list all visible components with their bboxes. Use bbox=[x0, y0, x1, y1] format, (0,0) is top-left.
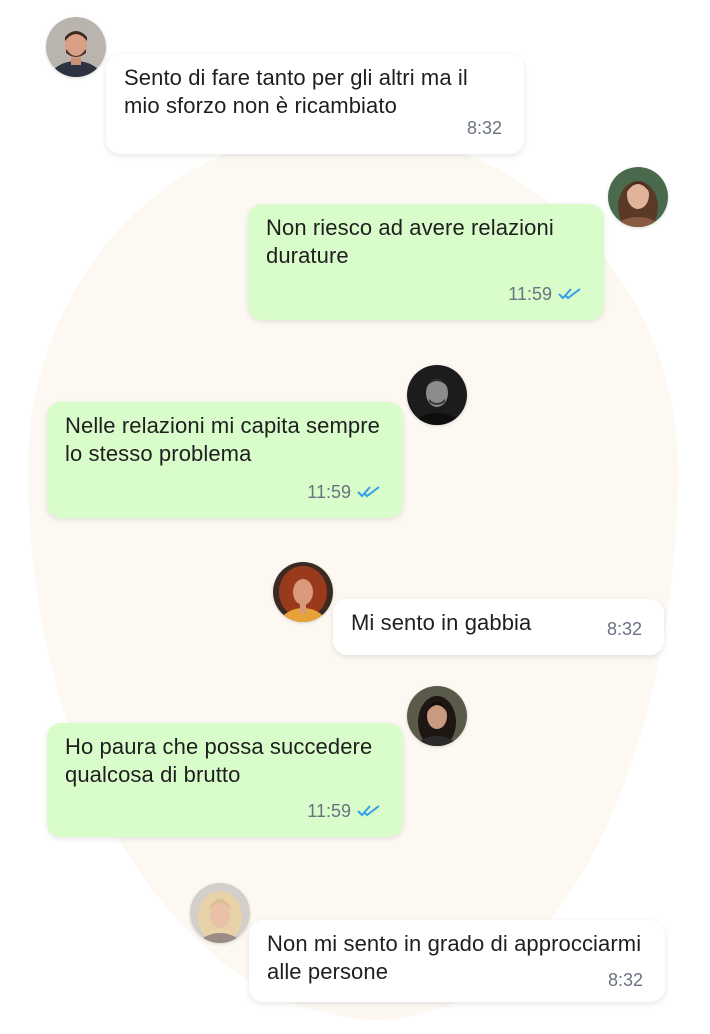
avatar-sender-4 bbox=[273, 562, 333, 622]
message-text: Nelle relazioni mi capita sempre lo stes… bbox=[65, 413, 380, 466]
message-time: 11:59 bbox=[307, 801, 351, 821]
message-meta: 11:59 bbox=[307, 797, 381, 825]
message-bubble-6[interactable]: Non mi sento in grado di approcciarmi al… bbox=[249, 920, 665, 1002]
message-time: 8:32 bbox=[466, 118, 502, 138]
message-bubble-5[interactable]: Ho paura che possa succedere qualcosa di… bbox=[47, 723, 403, 837]
message-text: Sento di fare tanto per gli altri ma il … bbox=[124, 65, 468, 118]
avatar-sender-5 bbox=[407, 686, 467, 746]
message-time: 8:32 bbox=[606, 619, 642, 639]
avatar-sender-1 bbox=[46, 17, 106, 77]
avatar-sender-3 bbox=[407, 365, 467, 425]
read-ticks-icon bbox=[357, 805, 380, 817]
message-bubble-3[interactable]: Nelle relazioni mi capita sempre lo stes… bbox=[47, 402, 403, 518]
message-time: 11:59 bbox=[508, 284, 552, 304]
message-bubble-4[interactable]: Mi sento in gabbia 8:32 bbox=[333, 599, 664, 655]
message-text: Non mi sento in grado di approcciarmi al… bbox=[267, 931, 642, 984]
message-bubble-2[interactable]: Non riesco ad avere relazioni durature 1… bbox=[248, 204, 604, 320]
message-time: 8:32 bbox=[607, 970, 643, 990]
message-bubble-1[interactable]: Sento di fare tanto per gli altri ma il … bbox=[106, 54, 524, 154]
message-text: Ho paura che possa succedere qualcosa di… bbox=[65, 734, 373, 787]
message-meta: 11:59 bbox=[307, 478, 381, 506]
message-meta: 8:32 bbox=[467, 114, 502, 142]
message-text: Mi sento in gabbia bbox=[351, 610, 532, 635]
read-ticks-icon bbox=[357, 486, 380, 498]
message-meta: 11:59 bbox=[508, 280, 582, 308]
avatar-sender-6 bbox=[190, 883, 250, 943]
avatar-sender-2 bbox=[608, 167, 668, 227]
message-meta: 8:32 bbox=[607, 615, 642, 643]
read-ticks-icon bbox=[558, 288, 581, 300]
message-meta: 8:32 bbox=[608, 966, 643, 994]
message-text: Non riesco ad avere relazioni durature bbox=[266, 215, 554, 268]
message-time: 11:59 bbox=[307, 482, 351, 502]
